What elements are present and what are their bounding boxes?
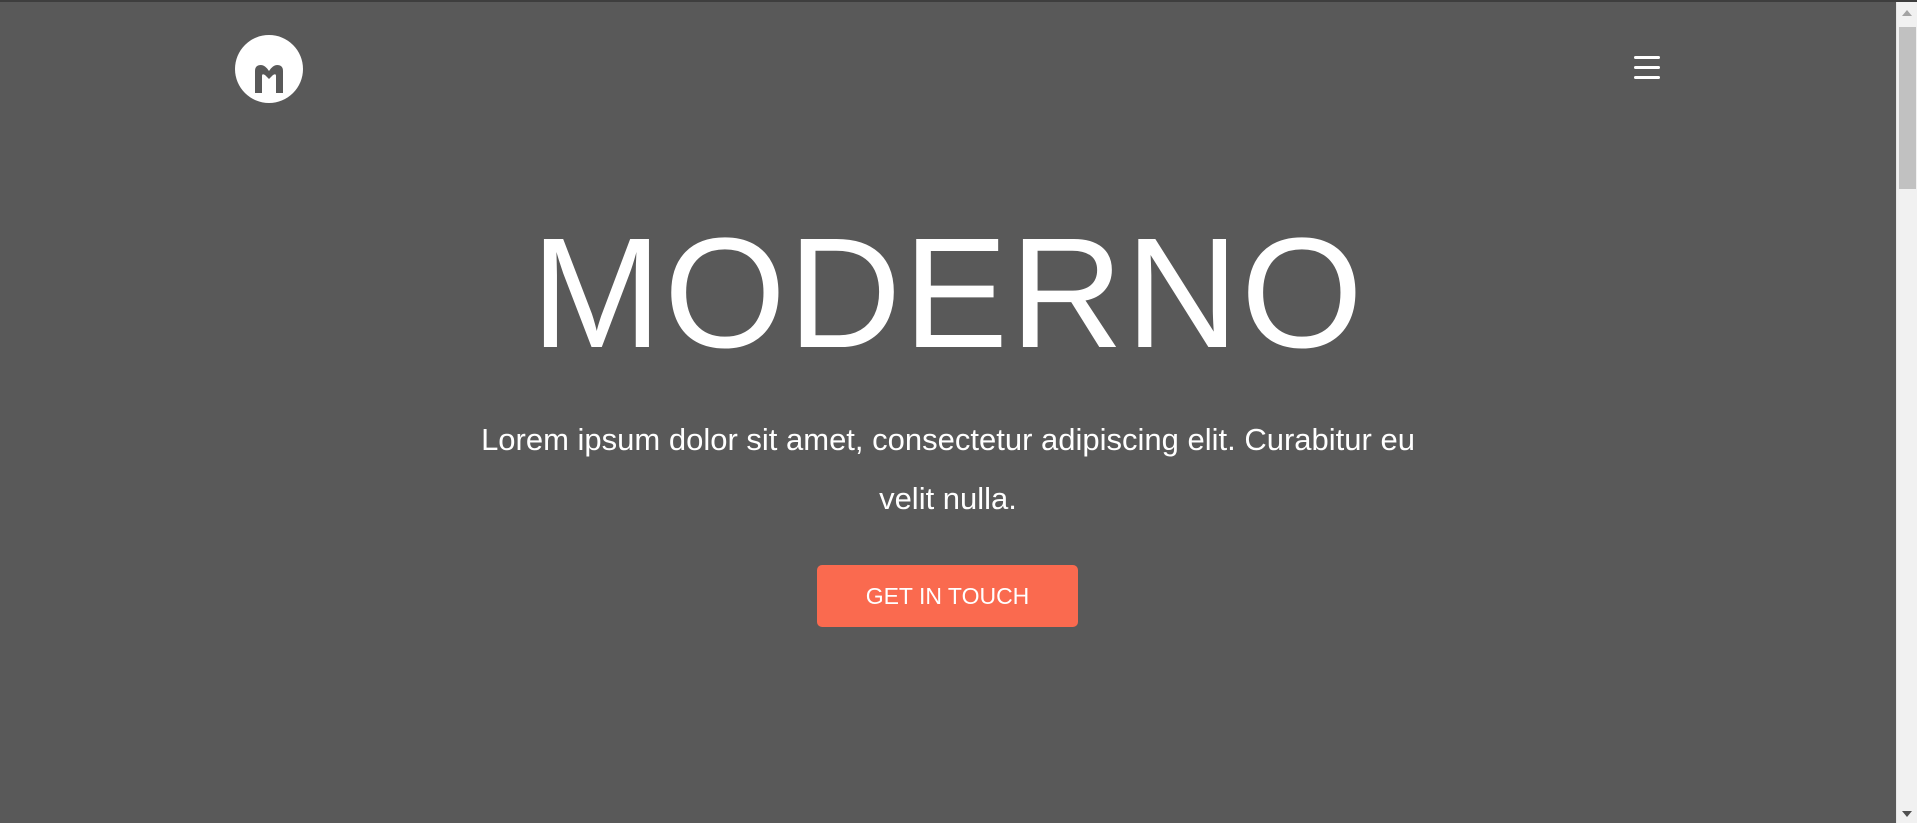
hamburger-menu-button[interactable] bbox=[1632, 53, 1662, 83]
vertical-scrollbar[interactable] bbox=[1896, 2, 1917, 823]
get-in-touch-button[interactable]: GET IN TOUCH bbox=[817, 565, 1078, 627]
hero-title: MODERNO bbox=[531, 206, 1365, 381]
scrollbar-thumb[interactable] bbox=[1899, 27, 1916, 189]
logo[interactable] bbox=[235, 35, 303, 103]
menu-bar bbox=[1634, 56, 1660, 59]
menu-bar bbox=[1634, 76, 1660, 79]
scroll-down-arrow-icon[interactable] bbox=[1902, 811, 1912, 817]
menu-bar bbox=[1634, 66, 1660, 69]
hero-description: Lorem ipsum dolor sit amet, consectetur … bbox=[481, 422, 1415, 516]
browser-viewport: MODERNO Lorem ipsum dolor sit amet, cons… bbox=[0, 0, 1917, 823]
landing-page: MODERNO Lorem ipsum dolor sit amet, cons… bbox=[0, 2, 1896, 823]
moderno-logo-icon bbox=[235, 35, 303, 103]
scroll-up-arrow-icon[interactable] bbox=[1902, 10, 1912, 16]
